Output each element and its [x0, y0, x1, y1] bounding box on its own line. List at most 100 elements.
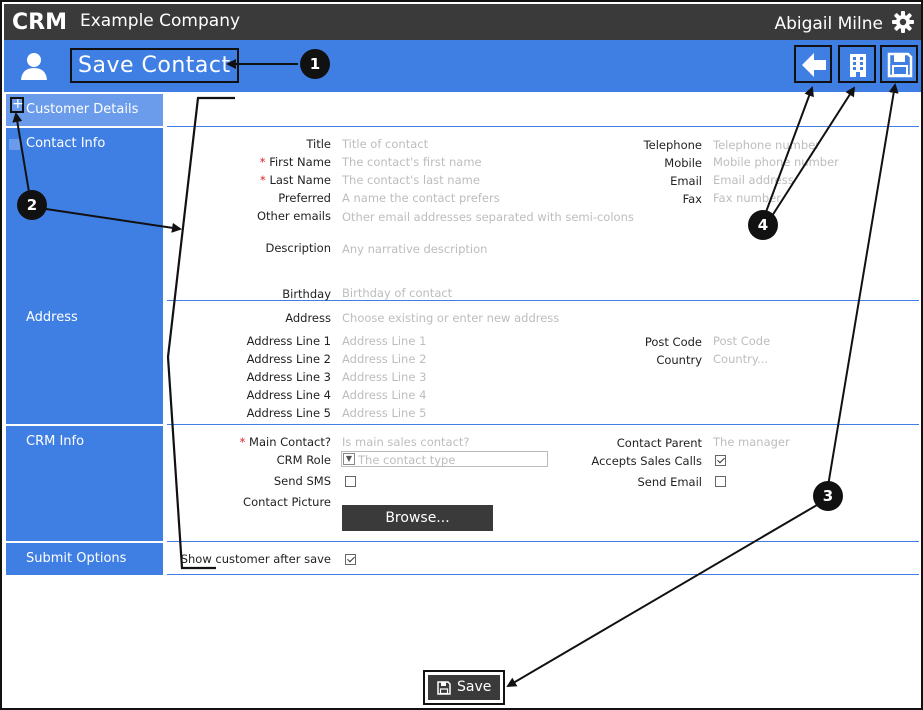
last-name-input[interactable]: The contact's last name — [342, 173, 480, 187]
callout-1: 1 — [300, 49, 330, 79]
company-button[interactable] — [838, 45, 876, 83]
section-divider — [167, 126, 919, 127]
chevron-down-icon[interactable]: ▼ — [343, 453, 355, 465]
sidebar-item-label: Submit Options — [26, 551, 127, 566]
last-name-label: * Last Name — [260, 173, 331, 187]
save-button-highlight: Save — [423, 670, 505, 705]
building-icon — [850, 54, 866, 77]
telephone-input[interactable]: Telephone number — [713, 138, 820, 152]
gear-icon[interactable] — [891, 10, 915, 34]
preferred-input[interactable]: A name the contact prefers — [342, 191, 500, 205]
save-button-label: Save — [457, 679, 492, 695]
address-line-5-input[interactable]: Address Line 5 — [342, 406, 426, 420]
callout-arrow — [827, 83, 899, 487]
other-emails-label: Other emails — [256, 209, 331, 223]
accepts-sales-calls-checkbox[interactable] — [715, 455, 726, 466]
address-line-5-label: Address Line 5 — [246, 406, 331, 420]
accepts-sales-calls-label: Accepts Sales Calls — [591, 454, 702, 468]
sidebar-item-submit-options[interactable]: Submit Options — [6, 543, 163, 575]
address-line-2-label: Address Line 2 — [246, 352, 331, 366]
user-icon — [21, 53, 47, 80]
fax-label: Fax — [682, 192, 702, 206]
first-name-input[interactable]: The contact's first name — [342, 155, 482, 169]
plus-icon[interactable]: + — [10, 97, 24, 113]
company-name: Example Company — [80, 11, 241, 31]
callout-3: 3 — [813, 481, 843, 511]
sidebar-item-crm-info[interactable]: CRM Info — [6, 426, 163, 541]
title-bar: Save Contact — [4, 40, 921, 92]
crm-role-select[interactable]: ▼ The contact type — [341, 451, 548, 467]
page-title: Save Contact — [70, 48, 239, 83]
email-input[interactable]: Email address — [713, 173, 794, 187]
sidebar-item-label: Address — [26, 310, 78, 325]
address-input[interactable]: Choose existing or enter new address — [342, 311, 559, 325]
user-name[interactable]: Abigail Milne — [774, 14, 883, 34]
callout-arrow — [506, 504, 818, 688]
callout-2: 2 — [17, 190, 47, 220]
address-line-2-input[interactable]: Address Line 2 — [342, 352, 426, 366]
address-line-4-label: Address Line 4 — [246, 388, 331, 402]
address-line-3-label: Address Line 3 — [246, 370, 331, 384]
crm-role-placeholder: The contact type — [358, 453, 456, 467]
arrow-left-icon — [802, 53, 826, 77]
sidebar-item-label: Customer Details — [26, 102, 139, 117]
main-contact-input[interactable]: Is main sales contact? — [342, 435, 470, 449]
description-input[interactable]: Any narrative description — [342, 242, 487, 256]
post-code-input[interactable]: Post Code — [713, 334, 770, 348]
sidebar-item-customer-details[interactable]: + Customer Details — [6, 94, 163, 126]
show-customer-label: Show customer after save — [180, 552, 331, 566]
address-line-1-input[interactable]: Address Line 1 — [342, 334, 426, 348]
section-divider — [167, 424, 919, 425]
email-label: Email — [670, 174, 702, 188]
section-divider — [167, 541, 919, 542]
callout-4: 4 — [748, 210, 778, 240]
country-label: Country — [656, 353, 702, 367]
birthday-input[interactable]: Birthday of contact — [342, 286, 452, 300]
send-email-checkbox[interactable] — [715, 476, 726, 487]
crm-role-label: CRM Role — [276, 453, 331, 467]
save-button[interactable]: Save — [428, 675, 500, 700]
sidebar-item-label: CRM Info — [26, 434, 85, 449]
telephone-label: Telephone — [643, 138, 702, 152]
floppy-disk-icon — [887, 52, 913, 78]
browse-button[interactable]: Browse... — [342, 505, 493, 531]
birthday-label: Birthday — [282, 287, 331, 301]
fax-input[interactable]: Fax number — [713, 191, 781, 205]
screenshot-frame: CRM Example Company Abigail Milne Save C… — [0, 0, 923, 710]
crm-logo: CRM — [12, 10, 67, 32]
preferred-label: Preferred — [278, 191, 331, 205]
section-divider — [167, 300, 919, 301]
first-name-label: * First Name — [259, 155, 331, 169]
svg-text:CRM: CRM — [12, 10, 67, 32]
description-label: Description — [265, 241, 332, 255]
mobile-label: Mobile — [664, 156, 702, 170]
contact-parent-label: Contact Parent — [616, 436, 702, 450]
address-line-3-input[interactable]: Address Line 3 — [342, 370, 426, 384]
section-divider — [167, 574, 919, 575]
contact-picture-label: Contact Picture — [243, 495, 331, 509]
country-input[interactable]: Country... — [713, 352, 768, 366]
send-sms-checkbox[interactable] — [345, 476, 356, 487]
post-code-label: Post Code — [644, 335, 702, 349]
title-input[interactable]: Title of contact — [342, 137, 428, 151]
send-sms-label: Send SMS — [273, 474, 331, 488]
address-line-4-input[interactable]: Address Line 4 — [342, 388, 426, 402]
main-contact-label: * Main Contact? — [239, 435, 331, 449]
section-bracket — [166, 96, 235, 570]
sidebar-item-address[interactable]: Address — [6, 302, 163, 424]
collapse-square-icon — [9, 139, 20, 150]
send-email-label: Send Email — [637, 475, 702, 489]
floppy-disk-icon — [437, 681, 451, 695]
address-label: Address — [285, 311, 331, 325]
back-button[interactable] — [794, 45, 832, 83]
sidebar-item-label: Contact Info — [26, 136, 106, 151]
save-icon-button[interactable] — [880, 45, 918, 83]
contact-parent-input[interactable]: The manager — [713, 435, 790, 449]
callout-arrow — [771, 86, 856, 217]
title-label: Title — [306, 137, 331, 151]
address-line-1-label: Address Line 1 — [246, 334, 331, 348]
mobile-input[interactable]: Mobile phone number — [713, 155, 839, 169]
show-customer-checkbox[interactable] — [345, 554, 356, 565]
top-bar: CRM Example Company Abigail Milne — [4, 4, 921, 40]
other-emails-input[interactable]: Other email addresses separated with sem… — [342, 210, 634, 224]
